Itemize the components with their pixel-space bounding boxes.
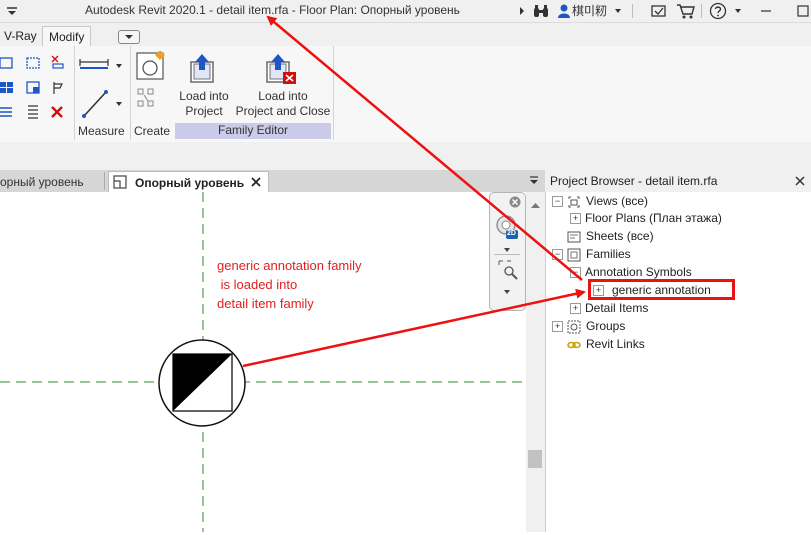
arrow-browser-to-title xyxy=(266,15,583,281)
annotation-arrows xyxy=(242,15,586,368)
arrow-symbol-to-browser xyxy=(242,288,586,368)
